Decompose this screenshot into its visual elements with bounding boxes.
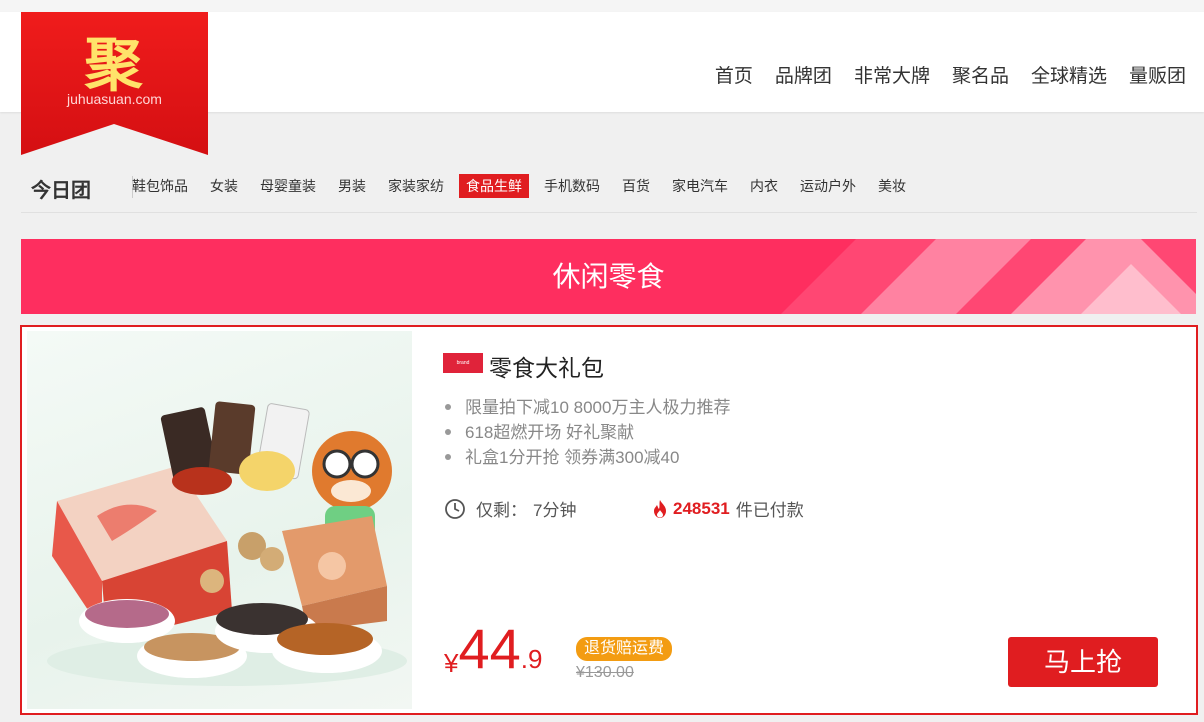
category-item[interactable]: 美妆 (871, 174, 913, 198)
category-list: 鞋包饰品 女装 母婴童装 男装 家装家纺 食品生鲜 手机数码 百货 家电汽车 内… (125, 174, 921, 198)
product-card[interactable]: brand 零食大礼包 限量拍下减10 8000万主人极力推荐 618超燃开场 … (20, 325, 1198, 715)
category-item[interactable]: 百货 (615, 174, 657, 198)
category-item[interactable]: 女装 (203, 174, 245, 198)
top-nav: 首页 品牌团 非常大牌 聚名品 全球精选 量贩团 (693, 24, 1186, 124)
category-bar: 今日团 鞋包饰品 女装 母婴童装 男装 家装家纺 食品生鲜 手机数码 百货 家电… (21, 160, 1181, 212)
product-features: 限量拍下减10 8000万主人极力推荐 618超燃开场 好礼聚献 礼盒1分开抢 … (442, 395, 730, 470)
product-image[interactable] (27, 331, 412, 709)
return-shipping-badge: 退货赔运费 (576, 637, 673, 661)
feature-item: 限量拍下减10 8000万主人极力推荐 (442, 395, 730, 420)
feature-item: 618超燃开场 好礼聚献 (442, 420, 730, 445)
bullet-icon (445, 404, 451, 411)
site-logo[interactable]: 聚 juhuasuan.com (21, 12, 208, 155)
sold-count: 248531 件已付款 (652, 496, 804, 521)
nav-famous-products[interactable]: 聚名品 (952, 61, 1009, 88)
category-item[interactable]: 运动户外 (793, 174, 863, 198)
category-item[interactable]: 手机数码 (537, 174, 607, 198)
category-item[interactable]: 家电汽车 (665, 174, 735, 198)
category-item[interactable]: 母婴童装 (253, 174, 323, 198)
category-item[interactable]: 内衣 (743, 174, 785, 198)
feature-text: 618超燃开场 好礼聚献 (465, 423, 635, 442)
nav-home[interactable]: 首页 (715, 61, 753, 88)
fire-icon (654, 499, 666, 518)
price-integer: 44 (458, 617, 521, 680)
nav-big-brand[interactable]: 非常大牌 (854, 61, 930, 88)
category-item[interactable]: 鞋包饰品 (125, 174, 195, 198)
product-title[interactable]: 零食大礼包 (489, 349, 604, 383)
top-strip (0, 0, 1204, 12)
brand-logo-tag: brand (443, 353, 483, 373)
original-price: ¥130.00 (576, 664, 634, 681)
feature-text: 限量拍下减10 8000万主人极力推荐 (465, 398, 731, 417)
banner-title: 休闲零食 (552, 261, 665, 292)
sold-number: 248531 (673, 498, 730, 518)
section-banner: 休闲零食 (21, 239, 1196, 314)
buy-now-button[interactable]: 马上抢 (1008, 637, 1158, 687)
bullet-icon (445, 429, 451, 436)
category-item[interactable]: 男装 (331, 174, 373, 198)
time-remaining: 仅剩： 7分钟 (444, 496, 576, 521)
remaining-label: 仅剩： (476, 501, 527, 520)
category-underline (21, 212, 1197, 213)
nav-global-select[interactable]: 全球精选 (1031, 61, 1107, 88)
snack-giftbox-illustration (47, 401, 407, 686)
category-item[interactable]: 家装家纺 (381, 174, 451, 198)
feature-text: 礼盒1分开抢 领券满300减40 (465, 448, 680, 467)
nav-brand-group[interactable]: 品牌团 (775, 61, 832, 88)
nav-bulk-group[interactable]: 量贩团 (1129, 61, 1186, 88)
logo-character: 聚 (84, 31, 145, 99)
currency-symbol: ¥ (444, 648, 459, 678)
sold-suffix: 件已付款 (735, 501, 804, 520)
logo-url: juhuasuan.com (67, 91, 162, 107)
bullet-icon (445, 454, 451, 461)
price-decimal: .9 (520, 644, 543, 674)
category-item-active[interactable]: 食品生鲜 (459, 174, 529, 198)
feature-item: 礼盒1分开抢 领券满300减40 (442, 445, 730, 470)
clock-icon (445, 498, 465, 519)
current-price: ¥44.9 (444, 619, 542, 679)
remaining-value: 7分钟 (533, 501, 577, 520)
category-title[interactable]: 今日团 (31, 174, 91, 203)
